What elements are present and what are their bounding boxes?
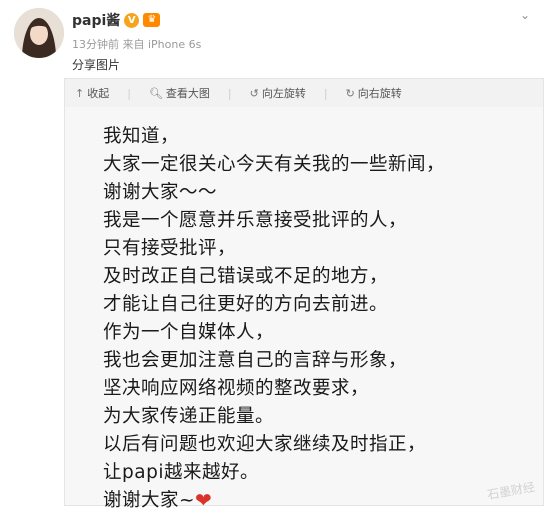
avatar-image bbox=[14, 8, 64, 58]
letter-line: 只有接受批评， bbox=[103, 238, 237, 259]
collapse-label: 收起 bbox=[87, 87, 110, 100]
collapse-button[interactable]: ↑ 收起 bbox=[75, 85, 109, 101]
rotate-right-label: 向右旋转 bbox=[357, 87, 402, 100]
rotate-left-button[interactable]: ↺ 向左旋转 bbox=[250, 85, 306, 101]
post-meta: 13分钟前 来自 iPhone 6s bbox=[72, 38, 202, 51]
letter-line: 谢谢大家～～ bbox=[103, 182, 218, 203]
divider: | bbox=[323, 86, 328, 100]
view-large-label: 查看大图 bbox=[165, 87, 210, 100]
post-text: 分享图片 bbox=[72, 58, 121, 72]
image-toolbar: ↑ 收起 | 🔍︎ 查看大图 | ↺ 向左旋转 | ↻ 向右旋转 bbox=[65, 79, 550, 107]
image-card: ↑ 收起 | 🔍︎ 查看大图 | ↺ 向左旋转 | ↻ 向右旋转 我知道， 大家… bbox=[64, 78, 544, 511]
letter-line: 大家一定很关心今天有关我的一些新闻， bbox=[103, 154, 446, 175]
rotate-right-icon: ↻ bbox=[345, 86, 355, 100]
username-row: papi酱 bbox=[72, 10, 161, 30]
divider: | bbox=[227, 86, 232, 100]
divider: | bbox=[127, 86, 131, 100]
letter-line: 谢谢大家~ bbox=[103, 490, 196, 511]
rotate-right-button[interactable]: ↻ 向右旋转 bbox=[346, 85, 402, 101]
user-avatar[interactable] bbox=[14, 8, 64, 58]
rotate-left-label: 向左旋转 bbox=[261, 87, 306, 100]
vip-member-icon[interactable] bbox=[143, 13, 161, 27]
verified-badge-icon bbox=[124, 12, 140, 28]
letter-line: 为大家传递正能量。 bbox=[103, 406, 275, 427]
username[interactable]: papi酱 bbox=[72, 10, 120, 30]
post-header: papi酱 13分钟前 来自 iPhone 6s 分享图片 ⌄ bbox=[0, 0, 550, 78]
letter-line: 让papi越来越好。 bbox=[103, 462, 259, 483]
search-icon: 🔍︎ bbox=[148, 86, 163, 100]
letter-line: 我知道， bbox=[103, 126, 180, 147]
letter-line: 以后有问题也欢迎大家继续及时指正， bbox=[103, 434, 427, 455]
heart-icon: ❤ bbox=[195, 488, 213, 512]
shared-image[interactable]: 我知道， 大家一定很关心今天有关我的一些新闻， 谢谢大家～～ 我是一个愿意并乐意… bbox=[65, 107, 543, 511]
letter-text: 我知道， 大家一定很关心今天有关我的一些新闻， 谢谢大家～～ 我是一个愿意并乐意… bbox=[103, 123, 533, 515]
rotate-left-icon: ↺ bbox=[249, 86, 259, 100]
chevron-down-icon[interactable]: ⌄ bbox=[516, 8, 534, 22]
letter-line: 作为一个自媒体人， bbox=[103, 322, 275, 343]
arrow-up-icon: ↑ bbox=[75, 86, 85, 100]
letter-line: 及时改正自己错误或不足的地方， bbox=[103, 266, 389, 287]
letter-line: 才能让自己往更好的方向去前进。 bbox=[103, 294, 389, 315]
letter-line: 我是一个愿意并乐意接受批评的人， bbox=[103, 210, 408, 231]
letter-line: 我也会更加注意自己的言辞与形象， bbox=[103, 350, 408, 371]
view-large-button[interactable]: 🔍︎ 查看大图 bbox=[149, 85, 210, 101]
letter-line: 坚决响应网络视频的整改要求， bbox=[103, 378, 370, 399]
